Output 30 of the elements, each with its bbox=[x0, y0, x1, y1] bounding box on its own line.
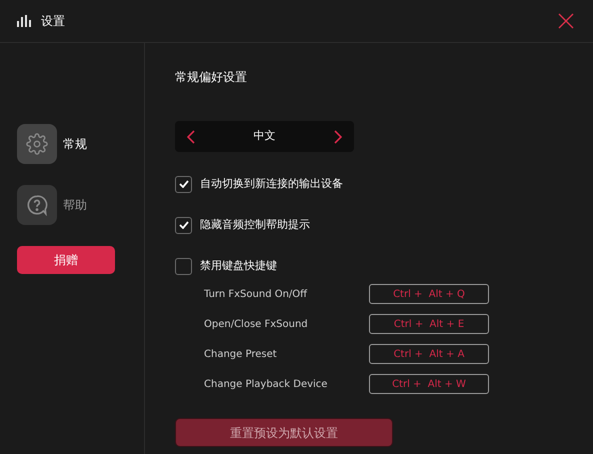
sidebar-item[interactable]: 常规 bbox=[17, 124, 144, 164]
checkbox[interactable] bbox=[175, 176, 192, 192]
window-title: 设置 bbox=[41, 13, 65, 30]
section-title: 常规偏好设置 bbox=[175, 69, 247, 86]
help-icon bbox=[26, 194, 48, 216]
sidebar-item[interactable]: 帮助 bbox=[17, 185, 144, 225]
hotkey-field[interactable]: Ctrl + Alt + W bbox=[369, 374, 489, 394]
hotkey-label: Change Playback Device bbox=[204, 378, 328, 392]
hotkey-label: Change Preset bbox=[204, 348, 278, 362]
gear-icon bbox=[26, 133, 48, 155]
chevron-right-icon[interactable] bbox=[334, 130, 342, 144]
hotkey-label: Turn FxSound On/Off bbox=[204, 288, 308, 302]
close-button[interactable] bbox=[556, 11, 576, 31]
equalizer-logo-icon bbox=[17, 15, 33, 27]
check-icon bbox=[178, 221, 188, 229]
checkbox-label: 禁用键盘快捷键 bbox=[200, 258, 277, 274]
reset-button[interactable]: 重置预设为默认设置 bbox=[175, 418, 393, 447]
chevron-left-icon[interactable] bbox=[187, 130, 195, 144]
checkbox[interactable] bbox=[175, 258, 192, 274]
checkbox-label: 隐藏音频控制帮助提示 bbox=[200, 216, 310, 233]
donate-button[interactable]: 捐赠 bbox=[17, 246, 115, 274]
hotkey-field[interactable]: Ctrl + Alt + Q bbox=[369, 284, 489, 304]
checkbox-label: 自动切换到新连接的输出设备 bbox=[200, 176, 343, 192]
language-value: 中文 bbox=[254, 128, 276, 144]
hotkey-field[interactable]: Ctrl + Alt + A bbox=[369, 344, 489, 364]
hotkey-field[interactable]: Ctrl + Alt + E bbox=[369, 314, 489, 334]
hotkey-label: Open/Close FxSound bbox=[204, 318, 309, 332]
check-icon bbox=[178, 180, 188, 188]
language-selector[interactable]: 中文 bbox=[175, 121, 354, 152]
checkbox[interactable] bbox=[175, 216, 192, 234]
